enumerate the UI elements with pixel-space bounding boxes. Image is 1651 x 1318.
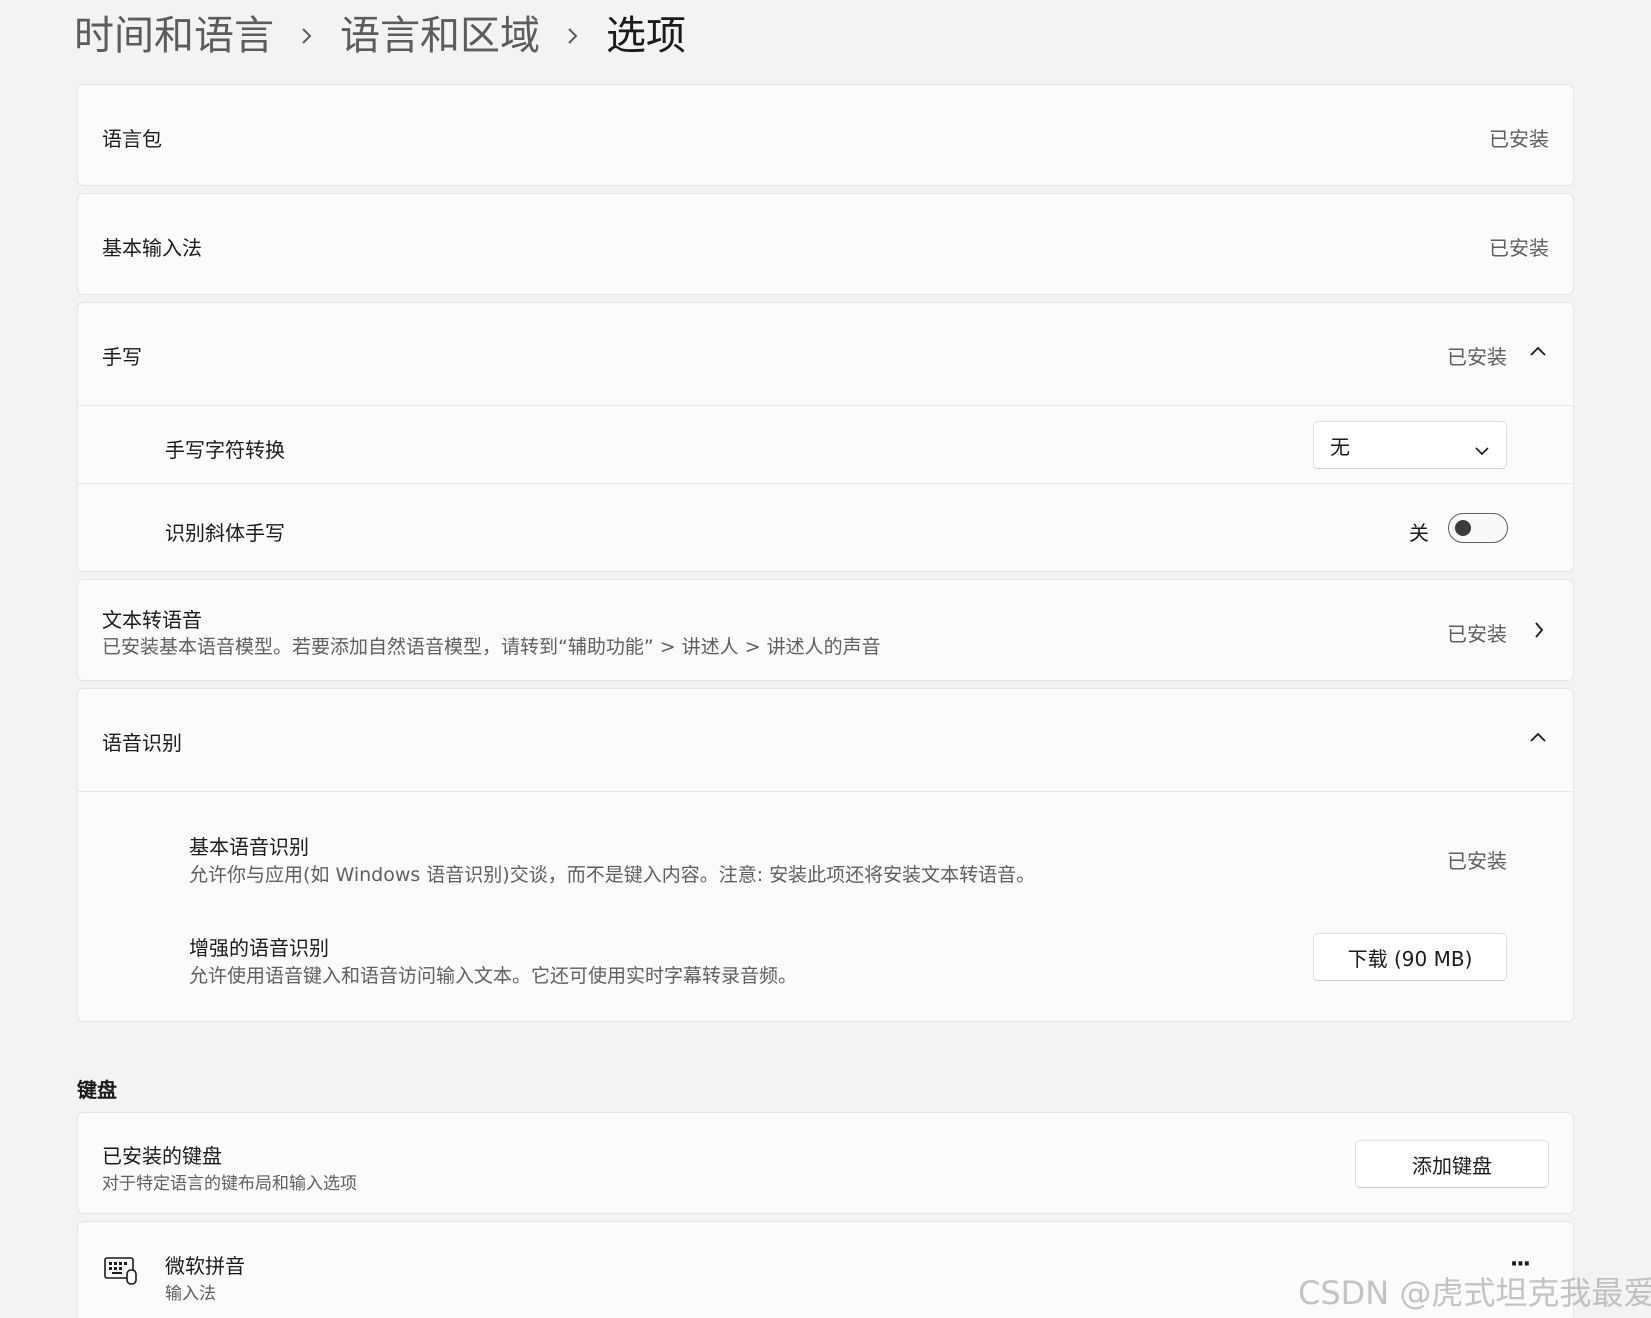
handwriting-label: 手写 [102,345,142,369]
chevron-down-icon [1474,438,1490,462]
language-pack-status: 已安装 [1489,127,1549,151]
keyboard-section-title: 键盘 [77,1078,117,1102]
speech-recognition-label: 语音识别 [102,731,182,755]
toggle-knob [1455,520,1471,536]
char-conversion-label: 手写字符转换 [165,438,285,462]
chevron-right-icon [300,25,314,47]
basic-speech-title: 基本语音识别 [189,835,309,859]
basic-input-card: 基本输入法 已安装 [77,193,1574,295]
keyboard-icon [104,1256,138,1290]
speech-recognition-card: 语音识别 基本语音识别 允许你与应用(如 Windows 语音识别)交谈，而不是… [77,688,1574,1022]
divider [78,405,1573,406]
divider [78,791,1573,792]
download-button[interactable]: 下载 (90 MB) [1313,933,1507,981]
language-pack-card: 语言包 已安装 [77,84,1574,186]
basic-speech-description: 允许你与应用(如 Windows 语音识别)交谈，而不是键入内容。注意: 安装此… [189,864,1036,886]
chevron-right-icon[interactable] [1533,620,1545,640]
italic-recognition-label: 识别斜体手写 [165,521,285,545]
handwriting-status: 已安装 [1447,345,1507,369]
char-conversion-value: 无 [1330,434,1350,459]
enhanced-speech-title: 增强的语音识别 [189,936,329,960]
installed-keyboards-card: 已安装的键盘 对于特定语言的键布局和输入选项 添加键盘 [77,1112,1574,1214]
tts-description: 已安装基本语音模型。若要添加自然语音模型，请转到“辅助功能” > 讲述人 > 讲… [102,636,881,658]
keyboard-item-type: 输入法 [165,1284,216,1304]
tts-card[interactable]: 文本转语音 已安装基本语音模型。若要添加自然语音模型，请转到“辅助功能” > 讲… [77,579,1574,681]
basic-input-label: 基本输入法 [102,236,202,260]
watermark: CSDN @虎式坦克我最爱 [1298,1274,1651,1312]
char-conversion-dropdown[interactable]: 无 [1313,421,1507,469]
tts-label: 文本转语音 [102,608,202,632]
chevron-up-icon[interactable] [1529,345,1547,357]
speech-recognition-header[interactable]: 语音识别 [78,689,1573,791]
tts-status: 已安装 [1447,622,1507,646]
breadcrumb-language-region[interactable]: 语言和区域 [340,8,540,64]
chevron-right-icon [566,25,580,47]
settings-page: 时间和语言 语言和区域 选项 语言包 已安装 基本输入法 已安装 手写 已安装 … [0,0,1651,1318]
add-keyboard-button[interactable]: 添加键盘 [1355,1140,1549,1188]
breadcrumb: 时间和语言 语言和区域 选项 [74,8,686,64]
keyboard-item-name: 微软拼音 [165,1254,245,1278]
italic-toggle-state: 关 [1409,521,1429,545]
breadcrumb-time-language[interactable]: 时间和语言 [74,8,274,64]
divider [78,483,1573,484]
handwriting-header[interactable]: 手写 已安装 [78,303,1573,405]
handwriting-card: 手写 已安装 手写字符转换 无 识别斜体手写 关 [77,302,1574,572]
language-pack-label: 语言包 [102,127,162,151]
basic-input-status: 已安装 [1489,236,1549,260]
breadcrumb-options: 选项 [606,13,686,59]
basic-speech-status: 已安装 [1447,849,1507,873]
installed-keyboards-description: 对于特定语言的键布局和输入选项 [102,1174,357,1194]
italic-recognition-toggle[interactable] [1448,513,1508,543]
chevron-up-icon[interactable] [1529,731,1547,743]
installed-keyboards-title: 已安装的键盘 [102,1144,222,1168]
enhanced-speech-description: 允许使用语音键入和语音访问输入文本。它还可使用实时字幕转录音频。 [189,965,798,987]
